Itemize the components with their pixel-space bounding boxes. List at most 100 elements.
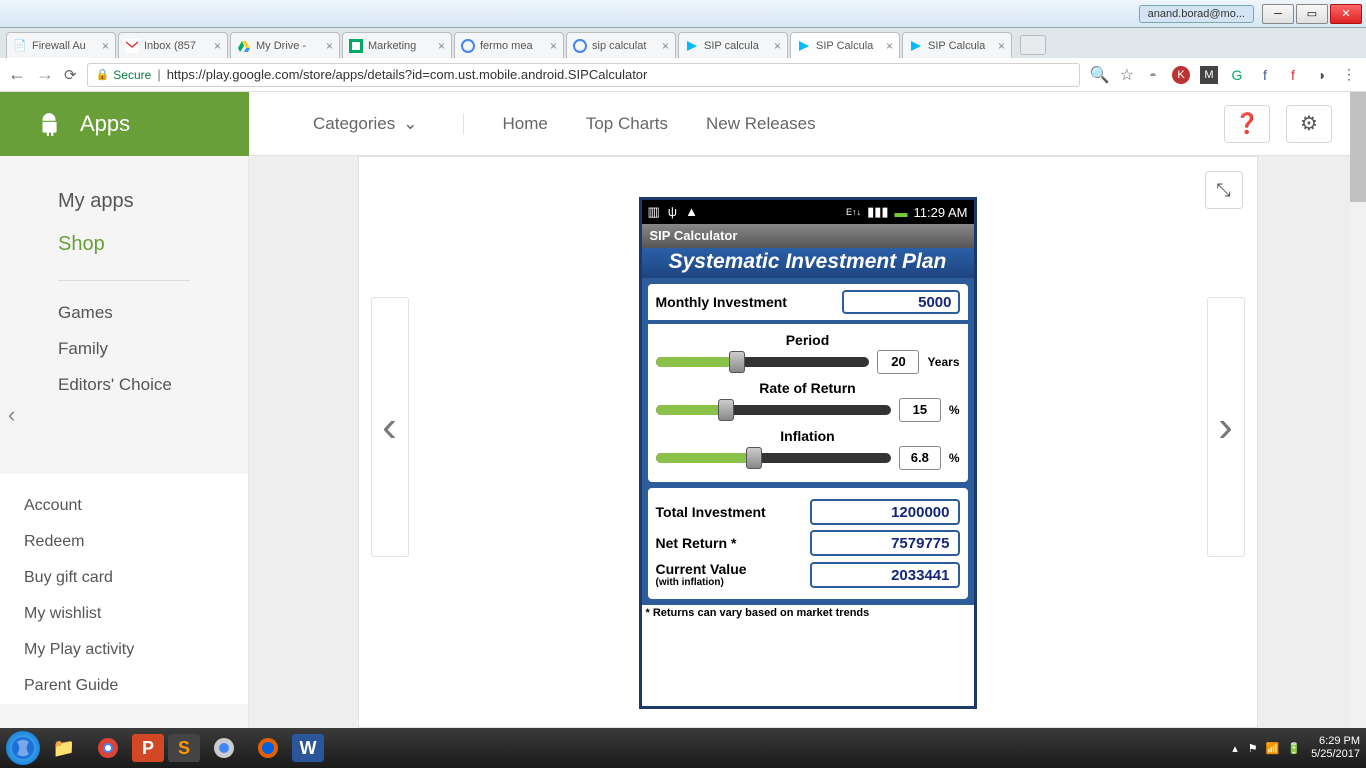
chrome-app-taskbar-icon[interactable] xyxy=(204,732,244,764)
sidebar-redeem[interactable]: Redeem xyxy=(24,524,224,560)
help-button[interactable]: ❓ xyxy=(1224,105,1270,143)
nav-home[interactable]: Home xyxy=(502,114,547,134)
sidebar-play-activity[interactable]: My Play activity xyxy=(24,632,224,668)
new-tab-button[interactable] xyxy=(1020,35,1046,55)
app-screenshot: ▥ ψ ▲ E↑↓ ▮▮▮ ▬ 11:29 AM SIP Calculator … xyxy=(639,197,977,709)
reload-button[interactable]: ⟳ xyxy=(64,66,77,84)
monthly-label: Monthly Investment xyxy=(656,294,787,310)
drive-ext-icon[interactable]: ◓ xyxy=(1144,66,1162,84)
net-label: Net Return * xyxy=(656,535,737,551)
sidebar-gift-card[interactable]: Buy gift card xyxy=(24,560,224,596)
tab-marketing[interactable]: Marketing× xyxy=(342,32,452,58)
taskbar-clock[interactable]: 6:29 PM 5/25/2017 xyxy=(1311,735,1360,761)
url-separator: | xyxy=(157,67,160,82)
chrome-taskbar-icon[interactable] xyxy=(88,732,128,764)
bookmark-star-icon[interactable]: ☆ xyxy=(1120,65,1134,85)
ext-g-icon[interactable]: G xyxy=(1228,66,1246,84)
close-icon[interactable]: × xyxy=(326,39,333,53)
sidebar-family[interactable]: Family xyxy=(58,331,190,367)
ext-pushbullet-icon[interactable]: ◑ xyxy=(1312,66,1330,84)
drive-icon xyxy=(237,39,251,53)
forward-button[interactable]: → xyxy=(36,64,54,85)
content-area: ⤡ ‹ › ▥ ψ ▲ E↑↓ ▮▮▮ ▬ 11:29 AM xyxy=(249,156,1366,728)
close-icon[interactable]: × xyxy=(438,39,445,53)
close-icon[interactable]: × xyxy=(998,39,1005,53)
prev-screenshot-button[interactable]: ‹ xyxy=(371,297,409,557)
scroll-thumb[interactable] xyxy=(1350,92,1366,202)
play-body: ‹ My apps Shop Games Family Editors' Cho… xyxy=(0,156,1366,728)
tab-sip-search[interactable]: sip calculat× xyxy=(566,32,676,58)
tab-fermo[interactable]: fermo mea× xyxy=(454,32,564,58)
tab-firewall[interactable]: 📄Firewall Au× xyxy=(6,32,116,58)
start-button[interactable] xyxy=(6,731,40,765)
maximize-button[interactable]: ▭ xyxy=(1296,4,1328,24)
firefox-taskbar-icon[interactable] xyxy=(248,732,288,764)
back-button[interactable]: ← xyxy=(8,64,26,85)
chevron-left-icon: ‹ xyxy=(382,402,397,452)
ext-m-icon[interactable]: M xyxy=(1200,66,1218,84)
sublime-taskbar-icon[interactable]: S xyxy=(168,734,200,762)
user-badge[interactable]: anand.borad@mo... xyxy=(1139,5,1254,23)
tab-sip-1[interactable]: SIP calcula× xyxy=(678,32,788,58)
close-icon[interactable]: × xyxy=(102,39,109,53)
tab-drive[interactable]: My Drive -× xyxy=(230,32,340,58)
sidebar-shop[interactable]: Shop xyxy=(58,223,190,266)
nav-new-releases[interactable]: New Releases xyxy=(706,114,816,134)
sidebar-account[interactable]: Account xyxy=(24,488,224,524)
tab-sip-3[interactable]: SIP Calcula× xyxy=(902,32,1012,58)
google-icon xyxy=(461,39,475,53)
sidebar-wishlist[interactable]: My wishlist xyxy=(24,596,224,632)
ror-slider[interactable] xyxy=(656,405,891,415)
inflation-slider[interactable] xyxy=(656,453,891,463)
ext-k-icon[interactable]: K xyxy=(1172,66,1190,84)
exit-fullscreen-button[interactable]: ⤡ xyxy=(1205,171,1243,209)
period-label: Period xyxy=(656,332,960,348)
close-icon[interactable]: × xyxy=(550,39,557,53)
page-scrollbar[interactable] xyxy=(1350,92,1366,728)
close-icon[interactable]: × xyxy=(214,39,221,53)
sidebar-collapse-icon[interactable]: ‹ xyxy=(8,402,15,428)
ext-f-icon[interactable]: f xyxy=(1284,66,1302,84)
monthly-input[interactable]: 5000 xyxy=(842,290,960,314)
period-value[interactable]: 20 xyxy=(877,350,919,374)
inflation-value[interactable]: 6.8 xyxy=(899,446,941,470)
url-input[interactable]: 🔒Secure | https://play.google.com/store/… xyxy=(87,63,1080,87)
flag-tray-icon[interactable]: ⚑ xyxy=(1248,742,1258,755)
period-slider[interactable] xyxy=(656,357,870,367)
explorer-taskbar-icon[interactable]: 📁 xyxy=(44,732,84,764)
lock-icon: 🔒 xyxy=(96,68,110,81)
battery-tray-icon[interactable]: 🔋 xyxy=(1287,742,1301,755)
facebook-icon[interactable]: f xyxy=(1256,66,1274,84)
sidebar-games[interactable]: Games xyxy=(58,295,190,331)
nav-top-charts[interactable]: Top Charts xyxy=(586,114,668,134)
sidebar-editors-choice[interactable]: Editors' Choice xyxy=(58,367,190,403)
sidebar-parent-guide[interactable]: Parent Guide xyxy=(24,668,224,704)
categories-dropdown[interactable]: Categories⌄ xyxy=(313,114,464,134)
close-icon[interactable]: × xyxy=(886,39,893,53)
sidebar-my-apps[interactable]: My apps xyxy=(58,180,190,223)
ror-value[interactable]: 15 xyxy=(899,398,941,422)
minimize-button[interactable]: ─ xyxy=(1262,4,1294,24)
close-icon[interactable]: × xyxy=(662,39,669,53)
collapse-icon: ⤡ xyxy=(1216,180,1230,201)
zoom-icon[interactable]: 🔍 xyxy=(1090,65,1110,85)
settings-button[interactable]: ⚙ xyxy=(1286,105,1332,143)
close-button[interactable]: ✕ xyxy=(1330,4,1362,24)
tray-up-icon[interactable]: ▴ xyxy=(1232,742,1238,755)
tab-inbox[interactable]: Inbox (857× xyxy=(118,32,228,58)
tab-sip-2[interactable]: SIP Calcula× xyxy=(790,32,900,58)
network-tray-icon[interactable]: 📶 xyxy=(1266,742,1280,755)
powerpoint-taskbar-icon[interactable]: P xyxy=(132,734,164,762)
screenshot-gallery: ⤡ ‹ › ▥ ψ ▲ E↑↓ ▮▮▮ ▬ 11:29 AM xyxy=(358,156,1258,728)
apps-home-button[interactable]: Apps xyxy=(0,92,249,156)
play-icon xyxy=(797,39,811,53)
word-taskbar-icon[interactable]: W xyxy=(292,734,324,762)
ror-unit: % xyxy=(949,403,960,417)
chevron-down-icon: ⌄ xyxy=(403,114,417,134)
menu-icon[interactable]: ⋮ xyxy=(1340,66,1358,84)
input-panel: Monthly Investment 5000 Period 20 Years … xyxy=(642,278,974,488)
close-icon[interactable]: × xyxy=(774,39,781,53)
results-panel: Total Investment 1200000 Net Return * 75… xyxy=(642,488,974,605)
next-screenshot-button[interactable]: › xyxy=(1207,297,1245,557)
address-bar: ← → ⟳ 🔒Secure | https://play.google.com/… xyxy=(0,58,1366,92)
